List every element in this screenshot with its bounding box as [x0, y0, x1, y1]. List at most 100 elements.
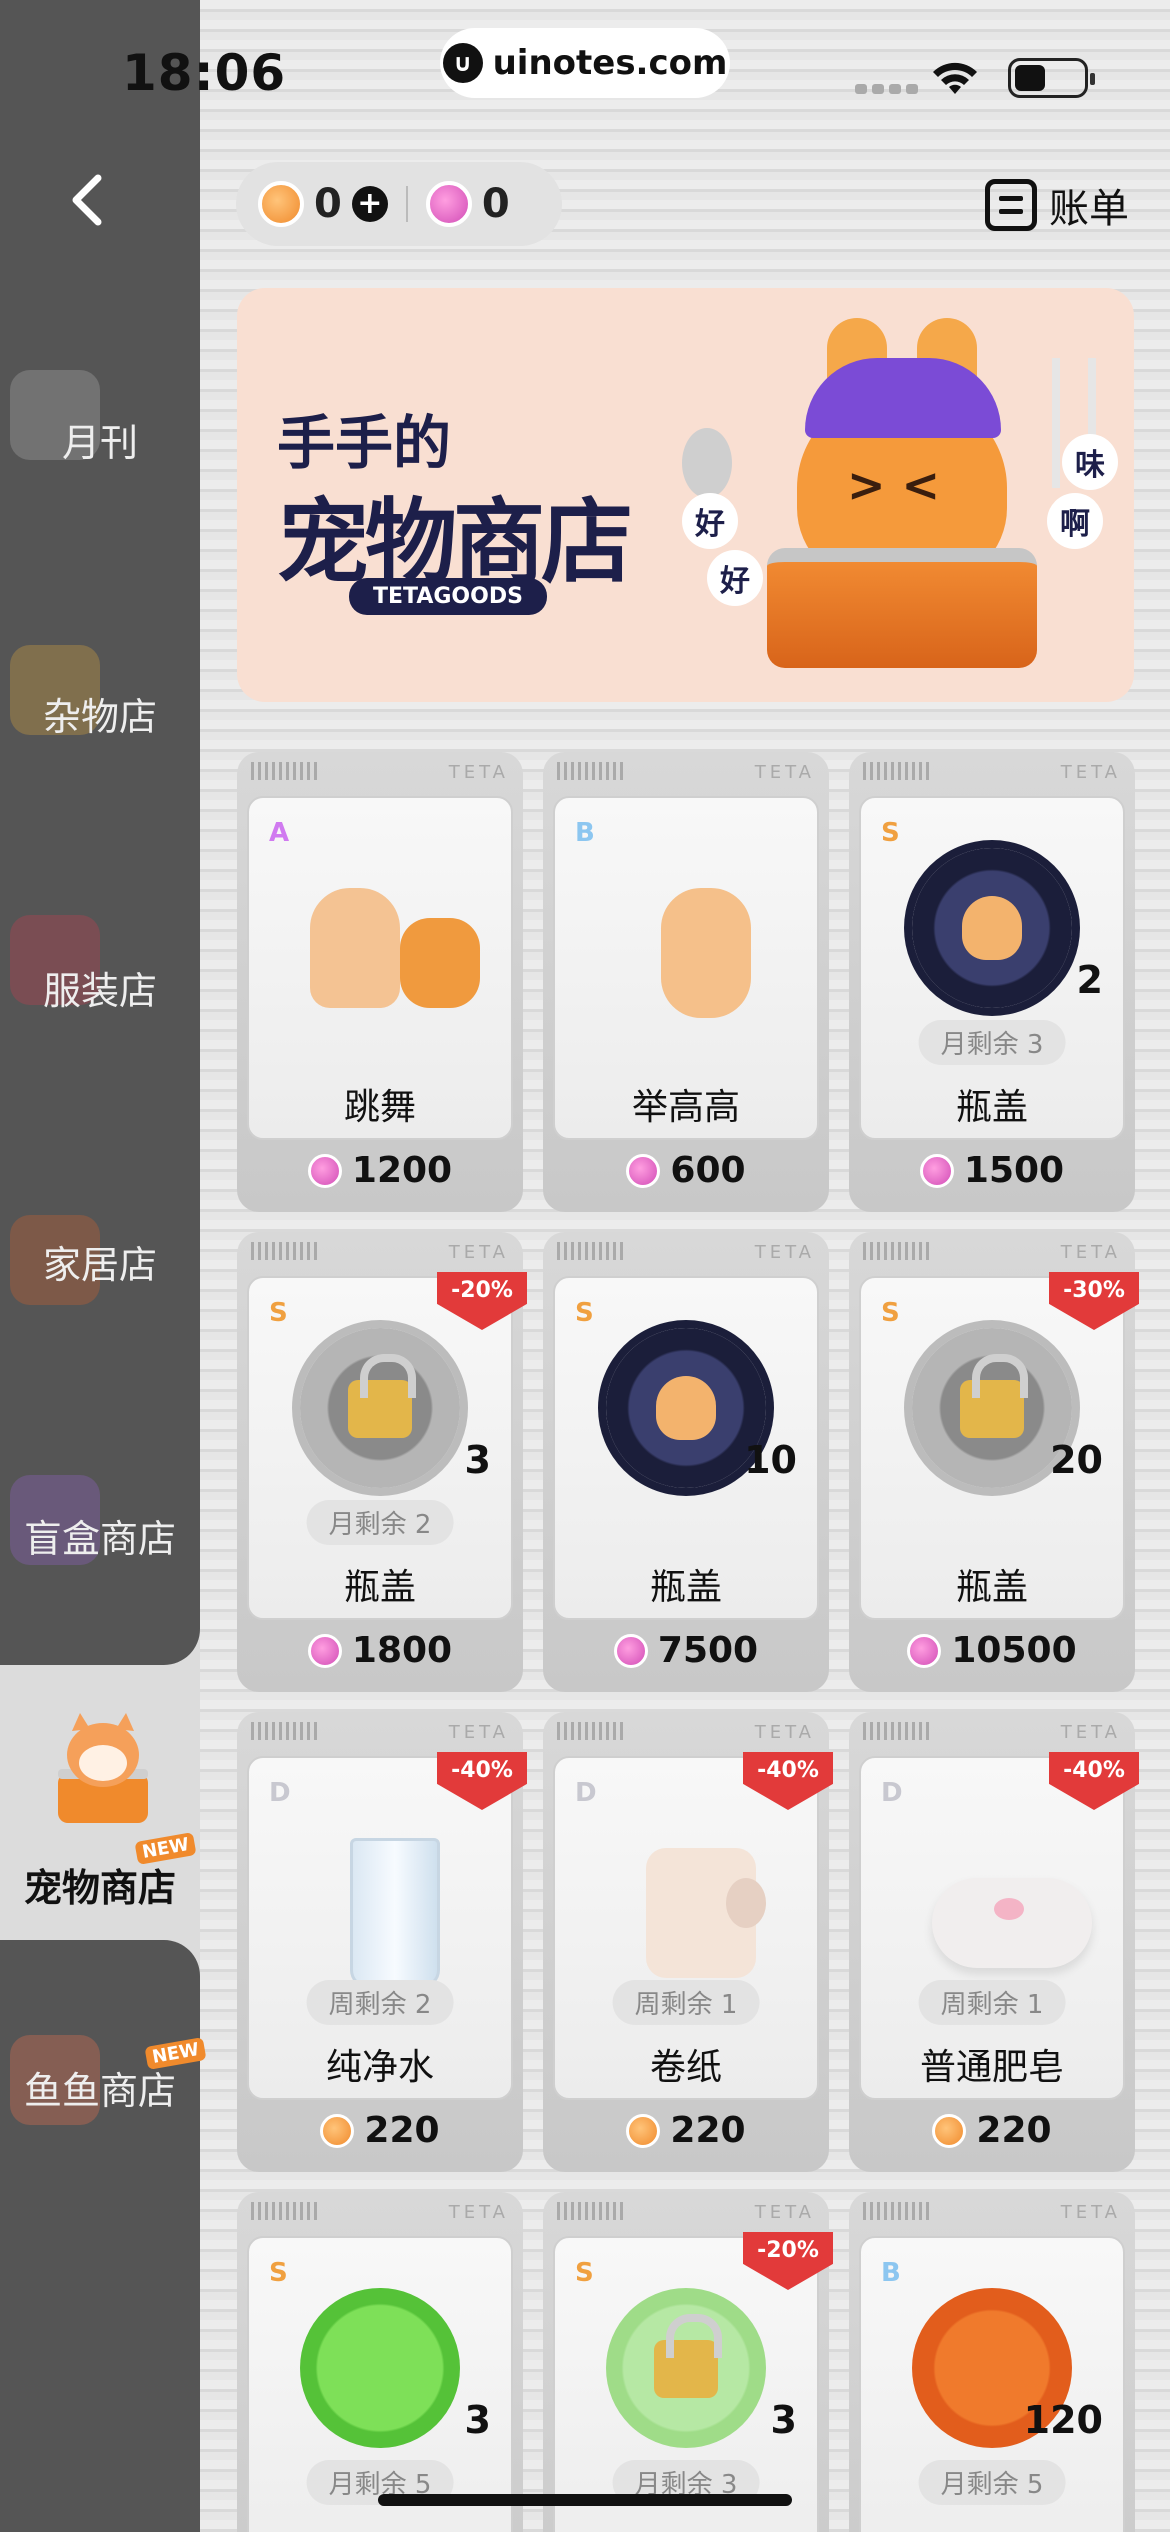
- bottle-cap-icon: [912, 848, 1072, 1008]
- grade-label: D: [881, 1778, 903, 1808]
- product-card[interactable]: TETA B 举高高 600: [543, 752, 829, 1212]
- card-body: S 10 瓶盖: [553, 1276, 819, 1620]
- gem-icon: [907, 1633, 942, 1668]
- barcode-icon: [863, 1722, 933, 1740]
- coin-icon: [258, 181, 304, 227]
- item-name: 卷纸: [649, 2047, 722, 2088]
- card-header-text: TETA: [448, 1242, 509, 1263]
- item-quantity: 3: [464, 1438, 491, 1482]
- barcode-icon: [863, 2202, 933, 2220]
- back-chevron-icon[interactable]: [60, 170, 120, 230]
- sidebar-item-monthly[interactable]: 月刊: [0, 412, 200, 467]
- price-value: 220: [364, 2110, 440, 2151]
- card-body: B 120 月剩余 5: [859, 2236, 1125, 2532]
- product-card[interactable]: TETA D 周剩余 1 卷纸 -40% 220: [543, 1712, 833, 2172]
- add-coins-button[interactable]: +: [351, 186, 388, 222]
- card-header: TETA: [557, 1242, 815, 1263]
- gem-icon: [626, 1153, 661, 1188]
- url-text: uinotes.com: [492, 43, 728, 83]
- coin-balance: 0: [314, 181, 342, 227]
- barcode-icon: [557, 2202, 627, 2220]
- product-card[interactable]: TETA D 周剩余 1 普通肥皂 -40% 220: [849, 1712, 1139, 2172]
- purchase-limit: 周剩余 1: [918, 1980, 1066, 2025]
- dance-emote-icon: [300, 848, 480, 1008]
- item-name: 普通肥皂: [919, 2047, 1064, 2088]
- item-name: 瓶盖: [955, 1567, 1028, 1608]
- banner-bubble: 好: [682, 493, 738, 549]
- item-name: 举高高: [631, 1087, 740, 1128]
- card-body: D 周剩余 1 普通肥皂: [859, 1756, 1125, 2100]
- wifi-icon: [933, 62, 977, 94]
- grade-label: S: [881, 1298, 900, 1328]
- item-name: 瓶盖: [649, 1567, 722, 1608]
- price-value: 600: [670, 1150, 746, 1191]
- banner-brand: TETAGOODS: [349, 578, 547, 615]
- sidebar-item-pet-shop[interactable]: NEW 宠物商店: [0, 1665, 200, 1940]
- product-card[interactable]: TETA D 周剩余 2 纯净水 -40% 220: [237, 1712, 527, 2172]
- card-header-text: TETA: [754, 1722, 815, 1743]
- banner-bubble: 啊: [1047, 493, 1103, 549]
- status-time: 18:06: [122, 44, 287, 102]
- battery-icon: [1008, 58, 1095, 98]
- price-value: 1200: [351, 1150, 453, 1191]
- product-card[interactable]: TETA B 120 月剩余 5: [849, 2192, 1135, 2532]
- signal-icon: [855, 84, 918, 94]
- product-card[interactable]: TETA S 3 月剩余 2 瓶盖 -20% 1800: [237, 1232, 527, 1692]
- card-header: TETA: [251, 2202, 509, 2223]
- card-body: B 举高高: [553, 796, 819, 1140]
- item-name: 纯净水: [325, 2047, 434, 2088]
- product-card[interactable]: TETA A 跳舞 1200: [237, 752, 523, 1212]
- product-card[interactable]: TETA S 2 月剩余 3 瓶盖 1500: [849, 752, 1135, 1212]
- coin-icon: [932, 2113, 967, 2148]
- barcode-icon: [557, 762, 627, 780]
- bill-label: 账单: [1049, 186, 1129, 232]
- card-header: TETA: [863, 1242, 1121, 1263]
- gem-icon: [307, 1153, 342, 1188]
- status-bar: 18:06 ∪ uinotes.com: [0, 0, 1170, 150]
- coin-icon: [320, 2113, 355, 2148]
- sidebar-item-label: 鱼鱼商店: [23, 2069, 176, 2113]
- bottle-cap-icon: [606, 1328, 766, 1488]
- card-header-text: TETA: [448, 762, 509, 783]
- purchase-limit: 月剩余 5: [918, 2460, 1066, 2505]
- purchase-limit: 周剩余 1: [612, 1980, 760, 2025]
- grade-label: B: [575, 818, 595, 848]
- card-body: S 2 月剩余 3 瓶盖: [859, 796, 1125, 1140]
- grade-label: D: [269, 1778, 291, 1808]
- locked-bottle-cap-icon: [912, 1328, 1072, 1488]
- item-quantity: 2: [1076, 958, 1103, 1002]
- product-card[interactable]: TETA S 3 月剩余 5: [237, 2192, 523, 2532]
- barcode-icon: [251, 2202, 321, 2220]
- price-value: 7500: [657, 1630, 759, 1671]
- barcode-icon: [251, 1242, 321, 1260]
- product-card[interactable]: TETA S 20 瓶盖 -30% 10500: [849, 1232, 1139, 1692]
- coin-icon: [626, 2113, 661, 2148]
- card-header-text: TETA: [448, 2202, 509, 2223]
- card-body: D 周剩余 2 纯净水: [247, 1756, 513, 2100]
- bill-button[interactable]: 账单: [985, 176, 1129, 234]
- lift-emote-icon: [606, 848, 766, 1018]
- sidebar: [0, 0, 200, 1665]
- item-quantity: 3: [464, 2398, 491, 2442]
- sidebar-item-sundries[interactable]: 杂物店: [0, 686, 200, 741]
- item-quantity: 20: [1050, 1438, 1103, 1482]
- price-tag: 1200: [237, 1150, 523, 1191]
- price-tag: 1500: [849, 1150, 1135, 1191]
- price-tag: 10500: [849, 1630, 1135, 1671]
- sidebar-item-clothing[interactable]: 服装店: [0, 960, 200, 1015]
- sidebar-item-home[interactable]: 家居店: [0, 1234, 200, 1289]
- site-logo-icon: ∪: [442, 43, 483, 83]
- purchase-limit: 周剩余 2: [306, 1980, 454, 2025]
- pet-can-icon: [58, 1713, 148, 1823]
- home-indicator: [378, 2494, 792, 2506]
- price-tag: 600: [543, 1150, 829, 1191]
- card-body: D 周剩余 1 卷纸: [553, 1756, 819, 2100]
- card-header-text: TETA: [1060, 1722, 1121, 1743]
- product-card[interactable]: TETA S 10 瓶盖 7500: [543, 1232, 829, 1692]
- sidebar-item-blindbox[interactable]: 盲盒商店: [0, 1508, 200, 1563]
- barcode-icon: [557, 1722, 627, 1740]
- purchase-limit: 月剩余 3: [918, 1020, 1066, 1065]
- gem-icon: [919, 1153, 954, 1188]
- soap-icon: [912, 1808, 1092, 1968]
- product-card[interactable]: TETA S 3 月剩余 3 -20%: [543, 2192, 833, 2532]
